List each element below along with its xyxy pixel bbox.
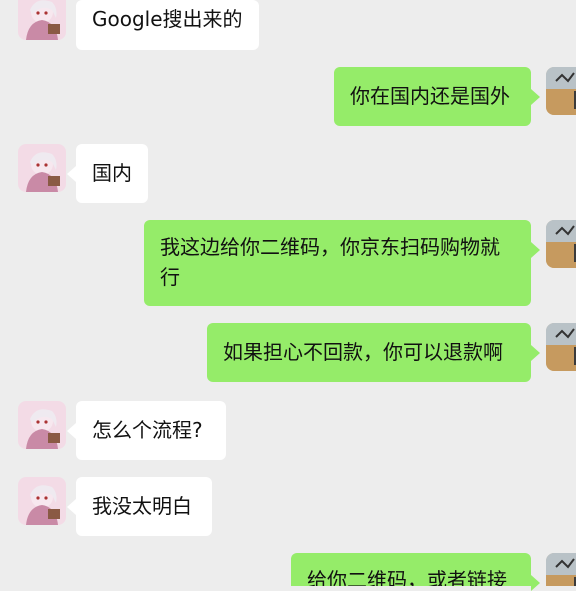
bubble-tail <box>67 166 76 182</box>
outgoing-message-bubble[interactable]: 我这边给你二维码，你京东扫码购物就行 <box>144 220 531 306</box>
incoming-message-bubble[interactable]: Google搜出来的 <box>76 0 259 50</box>
contact-avatar[interactable] <box>18 0 66 40</box>
bubble-tail <box>531 575 540 591</box>
bubble-tail <box>531 89 540 105</box>
contact-avatar[interactable] <box>18 477 66 525</box>
self-avatar[interactable] <box>546 220 576 268</box>
incoming-message-bubble[interactable]: 我没太明白 <box>76 477 212 536</box>
bubble-tail <box>67 499 76 515</box>
outgoing-message-bubble[interactable]: 你在国内还是国外 <box>334 67 531 126</box>
self-avatar[interactable] <box>546 323 576 371</box>
self-avatar[interactable] <box>546 67 576 115</box>
bubble-tail <box>67 423 76 439</box>
incoming-message-bubble[interactable]: 怎么个流程? <box>76 401 226 460</box>
self-avatar[interactable] <box>546 553 576 586</box>
outgoing-message-bubble[interactable]: 如果担心不回款，你可以退款啊 <box>207 323 531 382</box>
outgoing-message-bubble[interactable]: 给你二维码，或者链接 <box>291 553 531 586</box>
bubble-tail <box>531 242 540 258</box>
incoming-message-bubble[interactable]: 国内 <box>76 144 148 203</box>
bubble-tail <box>531 345 540 361</box>
contact-avatar[interactable] <box>18 144 66 192</box>
contact-avatar[interactable] <box>18 401 66 449</box>
